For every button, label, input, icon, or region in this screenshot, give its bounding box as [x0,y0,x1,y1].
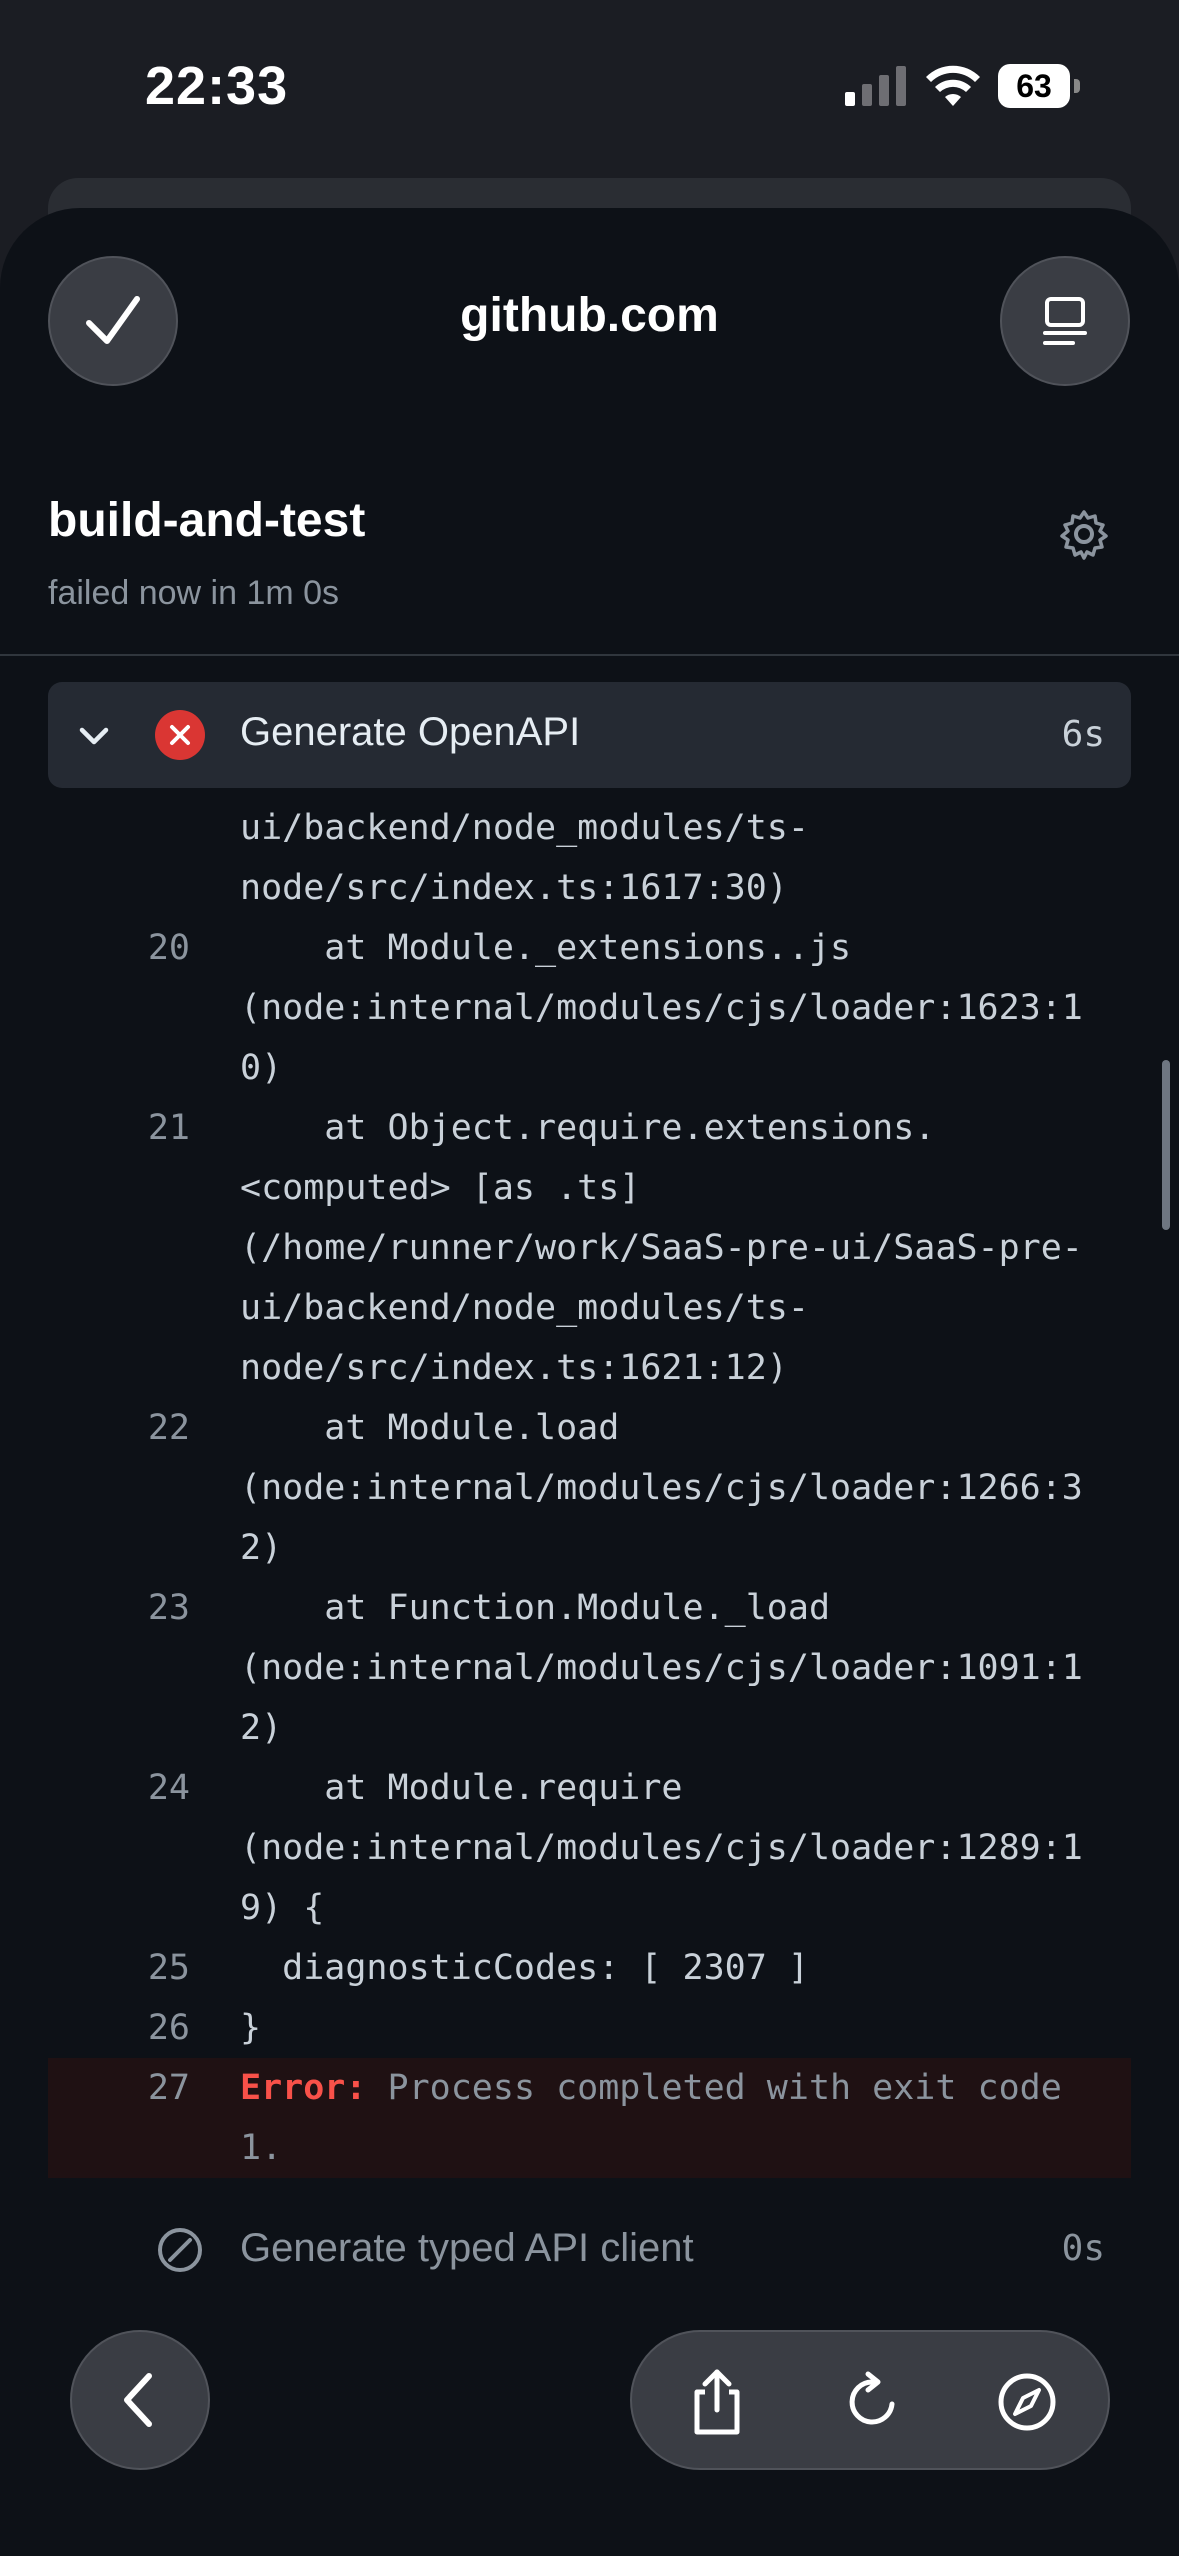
chevron-down-icon[interactable] [76,718,112,754]
step-name: Generate typed API client [240,2226,694,2270]
log-line: 20 at Module._extensions..js [147,928,852,968]
divider [0,654,1179,656]
reload-button[interactable] [832,2362,912,2442]
log-line: 21 at Object.require.extensions. [147,1108,936,1148]
log-line: 24 at Module.require [147,1768,683,1808]
error-keyword: Error: [240,2068,367,2108]
browser-toolbar [630,2330,1110,2470]
cellular-signal-icon [845,66,906,106]
status-bar: 22:33 63 [0,0,1179,170]
step-name: Generate OpenAPI [240,710,581,754]
log-line: 22 at Module.load [147,1408,620,1448]
share-icon [694,2369,740,2435]
battery-icon: 63 [998,64,1080,108]
log-line: (node:internal/modules/cjs/loader:1623:1 [240,988,1083,1028]
share-button[interactable] [677,2362,757,2442]
wifi-icon [926,65,980,106]
log-output: ui/backend/node_modules/ts- node/src/ind… [0,798,1179,2178]
log-line: 2) [240,1528,283,1568]
log-error-line: 27 Error: Process completed with exit cod… [48,2058,1131,2118]
reader-icon [1043,297,1087,345]
failed-x-icon [155,710,205,760]
log-line: 2) [240,1708,283,1748]
log-line: (node:internal/modules/cjs/loader:1266:3 [240,1468,1083,1508]
log-line: <computed> [as .ts] [240,1168,641,1208]
log-line: (node:internal/modules/cjs/loader:1091:1 [240,1648,1083,1688]
log-line: (/home/runner/work/SaaS-pre-ui/SaaS-pre- [240,1228,1083,1268]
log-line: 23 at Function.Module._load [147,1588,831,1628]
log-line: node/src/index.ts:1617:30) [240,868,788,908]
gear-icon[interactable] [1058,508,1110,560]
log-line: 9) { [240,1888,325,1928]
log-line: node/src/index.ts:1621:12) [240,1348,788,1388]
step-duration: 0s [1061,2228,1105,2269]
reader-mode-button[interactable] [1000,256,1130,386]
battery-level: 63 [998,64,1070,108]
compass-icon [998,2373,1056,2431]
step-generate-typed-api-client[interactable]: Generate typed API client 0s [48,2204,1131,2294]
log-line: (node:internal/modules/cjs/loader:1289:1 [240,1828,1083,1868]
log-line: 25 diagnosticCodes: [ 2307 ] [147,1948,809,1988]
status-time: 22:33 [145,56,289,116]
log-line: 0) [240,1048,283,1088]
chevron-left-icon [124,2373,152,2427]
job-title: build-and-test [48,494,366,547]
step-header-generate-openapi[interactable]: Generate OpenAPI 6s [48,682,1131,788]
log-line: ui/backend/node_modules/ts- [240,1288,809,1328]
skipped-icon [158,2228,202,2272]
scrollbar[interactable] [1162,1060,1170,1230]
browser-sheet: github.com build-and-test failed now in … [0,208,1179,2556]
back-button[interactable] [70,2330,210,2470]
step-duration: 6s [1061,714,1105,755]
log-line: 26} [147,2008,262,2048]
compass-button[interactable] [987,2362,1067,2442]
log-error-line-cont: 1. [48,2118,1131,2178]
reload-icon [849,2371,895,2425]
job-status: failed now in 1m 0s [48,574,340,612]
log-line: ui/backend/node_modules/ts- [240,808,809,848]
